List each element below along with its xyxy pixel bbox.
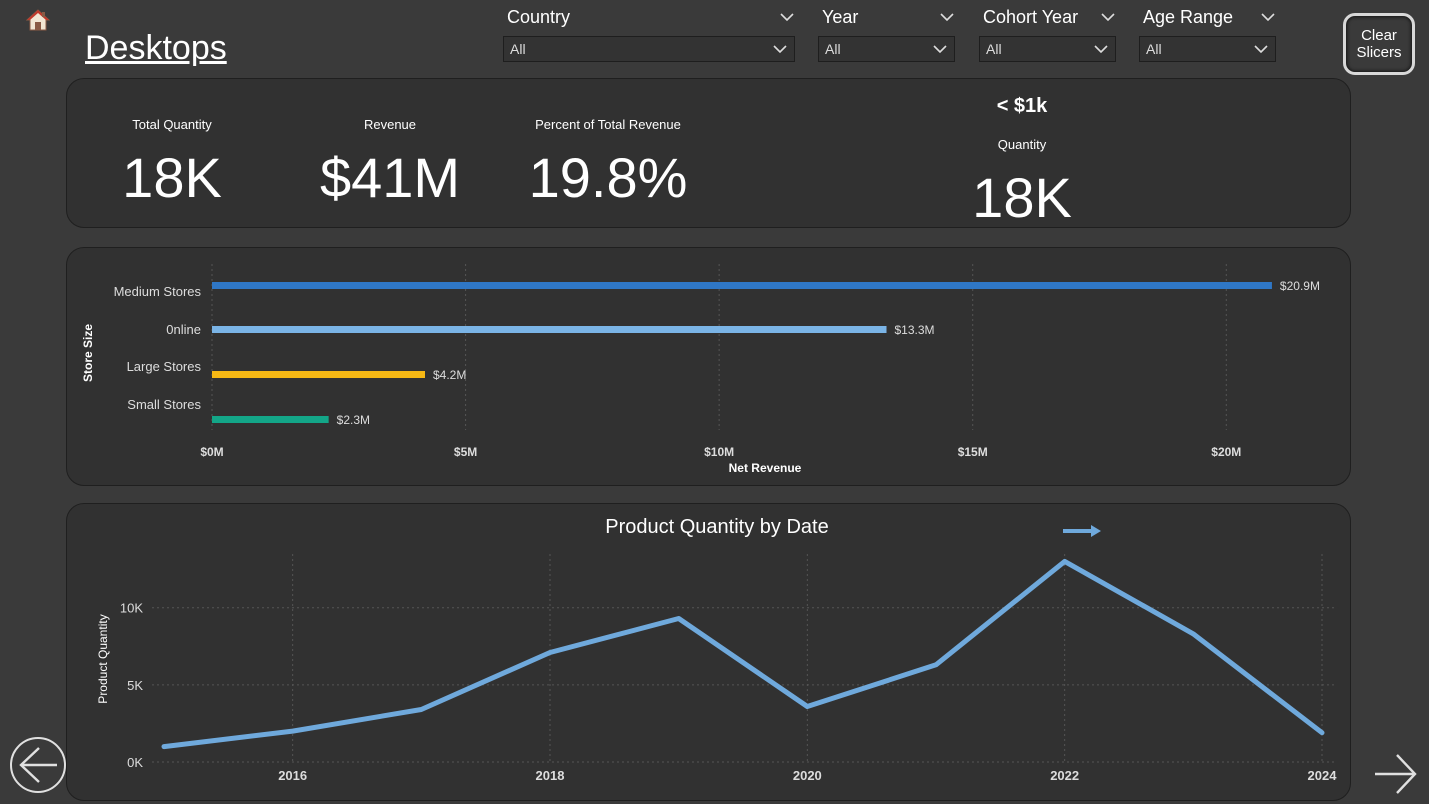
clear-label-line2: Slicers [1356, 44, 1402, 61]
x-tick-label: 2016 [278, 768, 307, 783]
y-tick-label: 5K [127, 678, 143, 693]
slicer-value: All [1146, 41, 1162, 57]
kpi-value-band-quantity: 18K [972, 166, 1072, 229]
slicer-value: All [510, 41, 526, 57]
x-tick-label: $20M [1211, 445, 1241, 459]
slicer-title: Cohort Year [983, 7, 1079, 27]
x-tick-label: $10M [704, 445, 734, 459]
chevron-down-icon[interactable] [1260, 9, 1276, 25]
net-revenue-by-store-size-chart: $0M $5M $10M $15M $20M Medium Stores $20.9M 0nl… [81, 264, 1320, 475]
back-arrow-icon[interactable] [9, 736, 69, 796]
x-tick-label: $0M [200, 445, 223, 459]
x-tick-label: 2024 [1308, 768, 1338, 783]
kpi-value-percent-revenue: 19.8% [528, 146, 688, 209]
category-label: 0nline [166, 322, 201, 337]
category-label: Medium Stores [114, 284, 202, 299]
chevron-down-icon[interactable] [1100, 9, 1116, 25]
y-tick-label: 0K [127, 755, 143, 770]
x-tick-label: $15M [958, 445, 988, 459]
clear-label-line1: Clear [1361, 27, 1397, 44]
x-tick-label: $5M [454, 445, 477, 459]
x-tick-label: 2020 [793, 768, 822, 783]
slicer-dropdown[interactable]: All [503, 36, 795, 62]
chevron-down-icon [933, 45, 947, 54]
slicer-value: All [986, 41, 1002, 57]
kpi-panel: Total Quantity 18K Revenue $41M Percent … [66, 78, 1351, 229]
chevron-down-icon[interactable] [939, 9, 955, 25]
slicer-year[interactable]: Year All [818, 6, 955, 62]
chevron-down-icon [773, 45, 787, 54]
kpi-label-band-quantity: Quantity [997, 137, 1047, 152]
line-chart-panel: Product Quantity by Date 0K 5K 10K 2016 2018… [66, 503, 1351, 801]
chevron-down-icon [1254, 45, 1268, 54]
slicer-title: Country [507, 7, 571, 27]
series-line [161, 558, 1325, 750]
x-axis-label: Net Revenue [729, 461, 802, 475]
x-tick-label: 2022 [1050, 768, 1079, 783]
bar-value-label: $4.2M [433, 368, 466, 382]
kpi-label-revenue: Revenue [363, 117, 417, 132]
slicer-cohort-year[interactable]: Cohort Year All [979, 6, 1116, 62]
category-label: Large Stores [127, 359, 202, 374]
kpi-value-total-quantity: 18K [122, 146, 222, 209]
clear-slicers-button[interactable]: Clear Slicers [1343, 13, 1415, 75]
bar-chart-panel: $0M $5M $10M $15M $20M Medium Stores $20.9M 0nl… [66, 247, 1351, 486]
bar [212, 416, 329, 423]
slicer-dropdown[interactable]: All [979, 36, 1116, 62]
y-axis-label: Product Quantity [96, 614, 110, 703]
chevron-down-icon[interactable] [779, 9, 795, 25]
bar-value-label: $20.9M [1280, 279, 1320, 293]
chevron-down-icon [1094, 45, 1108, 54]
bar-value-label: $13.3M [895, 323, 935, 337]
slicer-title: Year [822, 7, 859, 27]
slicer-dropdown[interactable]: All [1139, 36, 1276, 62]
bar-value-label: $2.3M [337, 413, 370, 427]
category-label: Small Stores [127, 397, 201, 412]
home-icon[interactable] [25, 8, 51, 32]
bar [212, 371, 425, 378]
bar [212, 326, 887, 333]
kpi-value-revenue: $41M [319, 146, 461, 209]
slicer-value: All [825, 41, 841, 57]
kpi-label-percent-revenue: Percent of Total Revenue [535, 117, 681, 132]
kpi-label-total-quantity: Total Quantity [132, 117, 212, 132]
bar [212, 282, 1272, 289]
y-tick-label: 10K [120, 601, 143, 616]
slicer-age-range[interactable]: Age Range All [1139, 6, 1276, 62]
price-band-heading: < $1k [996, 95, 1048, 117]
slicer-country[interactable]: Country All [503, 6, 795, 62]
page-title: Desktops [85, 29, 227, 67]
slicer-dropdown[interactable]: All [818, 36, 955, 62]
slicer-title: Age Range [1143, 7, 1234, 27]
x-tick-label: 2018 [536, 768, 565, 783]
forward-arrow-icon[interactable] [1373, 753, 1419, 795]
product-quantity-by-date-chart: 0K 5K 10K 2016 2018 2020 2022 2024 Product Quant… [96, 554, 1338, 783]
y-axis-label: Store Size [81, 324, 95, 382]
